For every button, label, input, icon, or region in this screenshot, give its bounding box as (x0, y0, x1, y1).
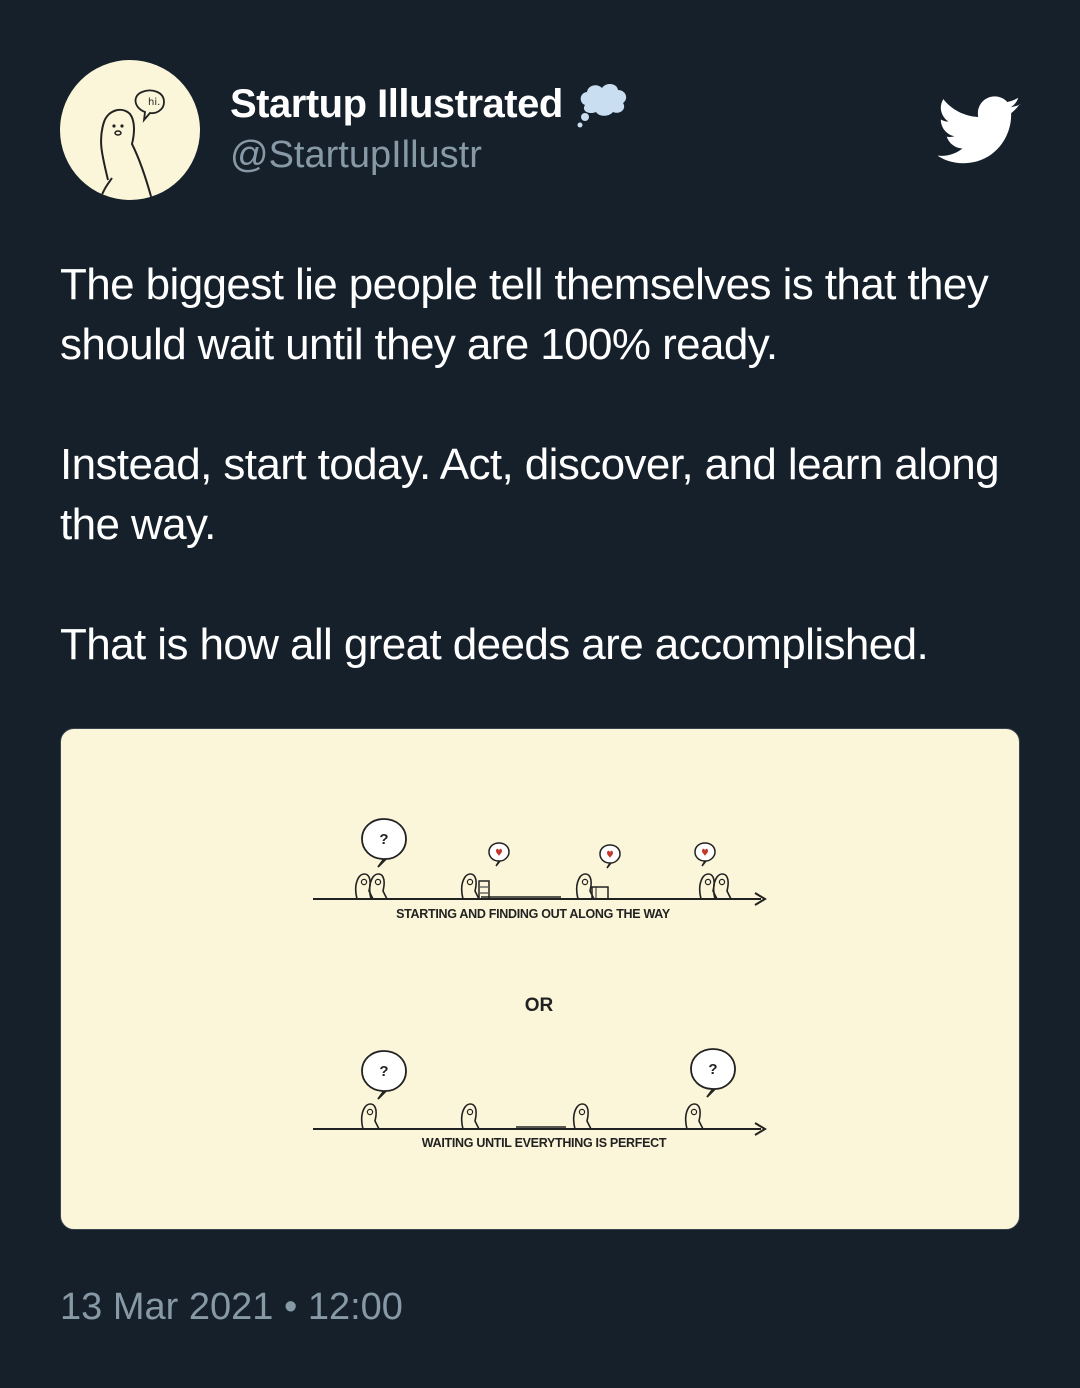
tweet-paragraph: Instead, start today. Act, discover, and… (60, 440, 1000, 549)
heart-bubble-icon (694, 842, 716, 867)
question-bubble-icon: ? (361, 1050, 407, 1100)
svg-text:?: ? (379, 1063, 388, 1080)
tweet-time: 12:00 (307, 1286, 403, 1328)
author-handle[interactable]: @StartupIllustr (230, 134, 482, 177)
tweet-paragraph: That is how all great deeds are accompli… (60, 620, 929, 669)
waiting-figure (360, 1103, 380, 1130)
question-bubble-icon: ? (361, 818, 407, 868)
waiting-figure (460, 1103, 480, 1130)
illustration: ? STARTING AND FINDING OUT ALONG THE WAY… (313, 818, 767, 1150)
top-timeline: ? STARTING AND FINDING OUT ALONG THE WAY (313, 818, 767, 921)
tweet-paragraph: The biggest lie people tell themselves i… (60, 260, 989, 369)
tweet-media-image[interactable]: ? STARTING AND FINDING OUT ALONG THE WAY… (60, 728, 1020, 1230)
avatar[interactable]: hi. (60, 60, 200, 200)
waiting-figure (684, 1103, 704, 1130)
tweet-timestamp[interactable]: 13 Mar 2021 • 12:00 (60, 1286, 403, 1329)
avatar-speech: hi. (148, 97, 160, 108)
author-name-row: Startup Illustrated (230, 78, 631, 130)
heart-bubble-icon (599, 844, 621, 869)
twitter-bird-icon (938, 96, 1021, 164)
svg-text:?: ? (708, 1061, 717, 1078)
thought-bubble-icon (577, 84, 626, 128)
bottom-caption: WAITING UNTIL EVERYTHING IS PERFECT (422, 1136, 667, 1150)
tweet-date: 13 Mar 2021 (60, 1286, 274, 1328)
working-figures (575, 873, 609, 900)
happy-figures (698, 873, 732, 900)
svg-text:?: ? (379, 831, 388, 848)
separator-dot: • (283, 1286, 298, 1328)
tweet-text: The biggest lie people tell themselves i… (60, 255, 1020, 675)
working-figures (460, 873, 490, 900)
display-name[interactable]: Startup Illustrated (230, 82, 563, 127)
confused-figures (354, 873, 388, 900)
question-bubble-icon: ? (690, 1048, 736, 1098)
or-label: OR (525, 995, 554, 1016)
top-caption: STARTING AND FINDING OUT ALONG THE WAY (396, 907, 671, 921)
heart-bubble-icon (488, 842, 510, 867)
bottom-timeline: ? ? WAITING UNTIL EVERYTHING IS PERFECT (313, 1048, 767, 1150)
duck-avatar-icon: hi. (99, 89, 165, 200)
waiting-figure (572, 1103, 592, 1130)
